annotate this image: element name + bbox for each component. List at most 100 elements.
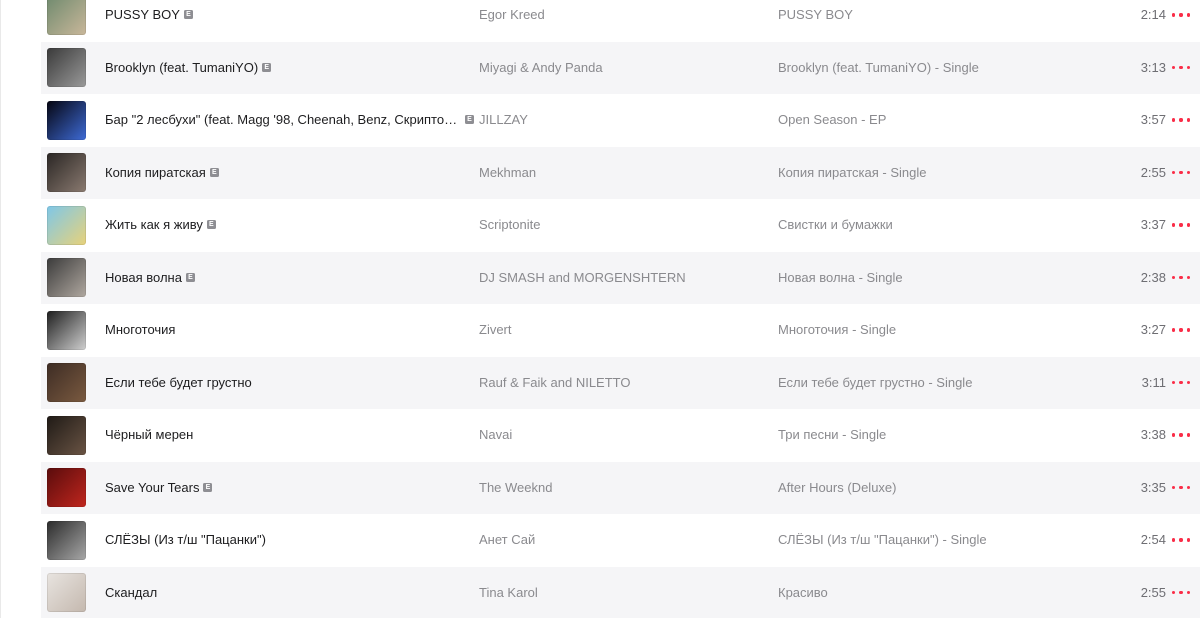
track-title: Если тебе будет грустно <box>105 374 252 390</box>
track-title: Новая волна <box>105 269 182 285</box>
album-artwork[interactable] <box>47 100 86 140</box>
more-options-icon[interactable] <box>1172 322 1190 338</box>
more-options-icon[interactable] <box>1172 532 1190 548</box>
track-duration: 3:35 <box>1140 479 1166 495</box>
album-link[interactable]: After Hours (Deluxe) <box>778 462 896 515</box>
artist-link[interactable]: Tina Karol <box>479 567 538 618</box>
track-duration: 2:38 <box>1140 269 1166 285</box>
more-options-icon[interactable] <box>1172 427 1190 443</box>
explicit-badge-icon: E <box>209 167 219 177</box>
album-artwork[interactable] <box>47 205 86 245</box>
track-row[interactable]: Если тебе будет грустно Rauf & Faik and N… <box>41 356 1200 410</box>
track-row[interactable]: Бар "2 лесбухи" (feat. Magg '98, Cheenah… <box>41 94 1200 147</box>
track-row[interactable]: Новая волна E DJ SMASH and MORGENSHTERN Нов… <box>41 251 1200 305</box>
artist-link[interactable]: JILLZAY <box>479 94 528 147</box>
artist-link[interactable]: Navai <box>479 409 512 462</box>
track-row[interactable]: Копия пиратская E Mekhman Копия пиратская -… <box>41 146 1200 200</box>
album-artwork[interactable] <box>47 153 86 192</box>
track-duration: 3:13 <box>1140 59 1166 75</box>
more-options-icon[interactable] <box>1172 165 1190 181</box>
track-row[interactable]: Многоточия Zivert Многоточия - Single 3:27 <box>41 304 1200 357</box>
track-duration: 2:14 <box>1140 7 1166 22</box>
track-title-cell[interactable]: Brooklyn (feat. TumaniYO) E <box>105 42 475 95</box>
explicit-badge-icon: E <box>203 482 213 492</box>
more-options-icon[interactable] <box>1172 60 1190 76</box>
track-duration: 3:37 <box>1140 217 1166 232</box>
artist-link[interactable]: Miyagi & Andy Panda <box>479 42 603 95</box>
album-link[interactable]: Свистки и бумажки <box>778 199 893 252</box>
track-row[interactable]: Brooklyn (feat. TumaniYO) E Miyagi & Andy … <box>41 41 1200 95</box>
track-title: Чёрный мерен <box>105 427 194 442</box>
artist-link[interactable]: Zivert <box>479 304 512 357</box>
album-artwork[interactable] <box>47 415 86 455</box>
album-link[interactable]: Многоточия - Single <box>778 304 896 357</box>
more-options-icon[interactable] <box>1172 7 1190 23</box>
track-title-cell[interactable]: Save Your Tears E <box>105 462 475 515</box>
track-duration: 2:55 <box>1140 164 1166 180</box>
track-title: Save Your Tears <box>105 479 200 495</box>
artist-link[interactable]: Scriptonite <box>479 199 540 252</box>
track-row[interactable]: PUSSY BOY E Egor Kreed PUSSY BOY 2:14 <box>41 0 1200 42</box>
explicit-badge-icon: E <box>465 115 474 125</box>
artist-link[interactable]: Mekhman <box>479 147 536 200</box>
explicit-badge-icon: E <box>262 62 272 72</box>
artist-link[interactable]: Egor Kreed <box>479 0 545 42</box>
track-row[interactable]: Скандал Tina Karol Красиво 2:55 <box>41 566 1200 618</box>
track-title: Бар "2 лесбухи" (feat. Magg '98, Cheenah… <box>105 112 461 127</box>
track-title-cell[interactable]: СЛЁЗЫ (Из т/ш "Пацанки") <box>105 514 475 567</box>
track-title-cell[interactable]: Многоточия <box>105 304 475 357</box>
album-artwork[interactable] <box>47 0 86 35</box>
track-title: СЛЁЗЫ (Из т/ш "Пацанки") <box>105 532 266 547</box>
track-title-cell[interactable]: Чёрный мерен <box>105 409 475 462</box>
track-duration: 3:57 <box>1140 112 1166 127</box>
track-title-cell[interactable]: Жить как я живу E <box>105 199 475 252</box>
track-title-cell[interactable]: Новая волна E <box>105 252 475 305</box>
album-artwork[interactable] <box>47 258 86 297</box>
album-link[interactable]: Если тебе будет грустно - Single <box>778 357 972 410</box>
track-duration: 3:38 <box>1140 427 1166 442</box>
track-title-cell[interactable]: Если тебе будет грустно <box>105 357 475 410</box>
more-options-icon[interactable] <box>1172 112 1190 128</box>
track-duration: 2:55 <box>1140 584 1166 600</box>
track-title-cell[interactable]: Скандал <box>105 567 475 618</box>
track-duration: 3:27 <box>1140 322 1166 337</box>
more-options-icon[interactable] <box>1172 270 1190 286</box>
album-artwork[interactable] <box>47 310 86 350</box>
more-options-icon[interactable] <box>1172 480 1190 496</box>
track-title: Многоточия <box>105 322 176 337</box>
more-options-icon[interactable] <box>1172 217 1190 233</box>
album-link[interactable]: Open Season - EP <box>778 94 886 147</box>
album-artwork[interactable] <box>47 48 86 87</box>
track-list: PUSSY BOY E Egor Kreed PUSSY BOY 2:14 Brookly… <box>41 0 1200 618</box>
track-title: PUSSY BOY <box>105 7 180 22</box>
album-artwork[interactable] <box>47 363 86 402</box>
album-link[interactable]: PUSSY BOY <box>778 0 853 42</box>
album-artwork[interactable] <box>47 573 86 612</box>
track-row[interactable]: СЛЁЗЫ (Из т/ш "Пацанки") Анет Сай СЛЁЗЫ (И… <box>41 514 1200 567</box>
more-options-icon[interactable] <box>1172 585 1190 601</box>
track-duration: 2:54 <box>1140 532 1166 547</box>
album-artwork[interactable] <box>47 468 86 507</box>
album-link[interactable]: Красиво <box>778 567 828 618</box>
album-link[interactable]: Три песни - Single <box>778 409 886 462</box>
tracklist-window: PUSSY BOY E Egor Kreed PUSSY BOY 2:14 Brookly… <box>0 0 1200 618</box>
track-title: Скандал <box>105 584 158 600</box>
track-title-cell[interactable]: PUSSY BOY E <box>105 0 475 42</box>
more-options-icon[interactable] <box>1172 375 1190 391</box>
artist-link[interactable]: DJ SMASH and MORGENSHTERN <box>479 252 686 305</box>
album-link[interactable]: Brooklyn (feat. TumaniYO) - Single <box>778 42 979 95</box>
track-row[interactable]: Жить как я живу E Scriptonite Свистки и бум… <box>41 199 1200 252</box>
track-duration: 3:11 <box>1141 374 1166 390</box>
artist-link[interactable]: Rauf & Faik and NILETTO <box>479 357 631 410</box>
artist-link[interactable]: Анет Сай <box>479 514 535 567</box>
album-link[interactable]: Новая волна - Single <box>778 252 903 305</box>
album-artwork[interactable] <box>47 520 86 560</box>
album-link[interactable]: СЛЁЗЫ (Из т/ш "Пацанки") - Single <box>778 514 987 567</box>
album-link[interactable]: Копия пиратская - Single <box>778 147 926 200</box>
artist-link[interactable]: The Weeknd <box>479 462 552 515</box>
track-title: Жить как я живу <box>105 217 203 232</box>
track-title-cell[interactable]: Бар "2 лесбухи" (feat. Magg '98, Cheenah… <box>105 94 475 147</box>
track-row[interactable]: Чёрный мерен Navai Три песни - Single 3:38 <box>41 409 1200 462</box>
track-title-cell[interactable]: Копия пиратская E <box>105 147 475 200</box>
track-row[interactable]: Save Your Tears E The Weeknd After Hours (D… <box>41 461 1200 515</box>
